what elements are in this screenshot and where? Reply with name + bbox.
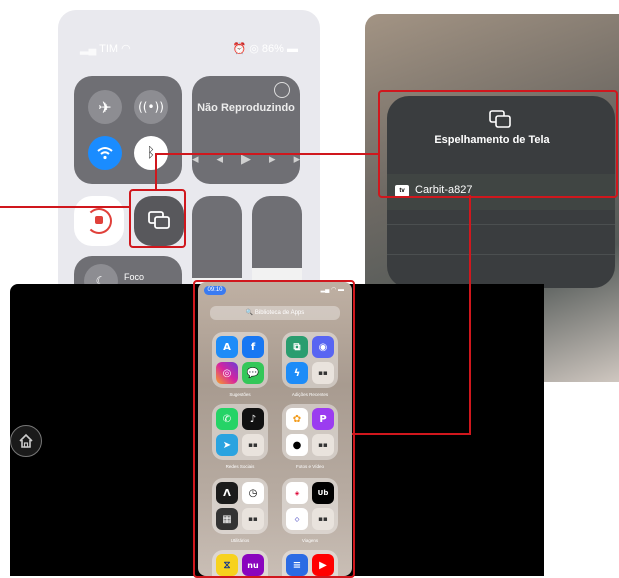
home-icon xyxy=(19,433,33,448)
connector-line xyxy=(352,433,471,435)
divider xyxy=(387,224,615,225)
rotation-lock-icon xyxy=(86,208,112,234)
battery-status: ⏰ ◎ 86% ▬ xyxy=(232,43,298,55)
connectivity-tile: ✈ ((•)) ᛒ xyxy=(74,76,182,184)
connector-line xyxy=(0,206,130,208)
control-center-panel: ▂▄ TIM ◠ ⏰ ◎ 86% ▬ ✈ ((•)) ᛒ Não Reprodu… xyxy=(58,10,320,300)
rotation-lock-button[interactable] xyxy=(74,196,124,246)
home-button[interactable] xyxy=(10,425,42,457)
focus-label: Foco xyxy=(124,272,145,282)
status-bar: ▂▄ TIM ◠ ⏰ ◎ 86% ▬ xyxy=(58,42,320,58)
connector-line xyxy=(155,153,157,190)
connector-line xyxy=(469,195,471,435)
divider xyxy=(387,254,615,255)
highlight-mirroring-popup xyxy=(378,90,618,198)
airplay-icon[interactable] xyxy=(274,82,290,98)
highlight-phone-screen xyxy=(193,280,355,578)
connector-line xyxy=(155,153,379,155)
antenna-icon[interactable]: ((•)) xyxy=(134,90,168,124)
carrier-label: ▂▄ TIM ◠ xyxy=(80,43,131,55)
now-playing-label: Não Reproduzindo xyxy=(197,102,295,114)
now-playing-tile[interactable]: Não Reproduzindo ◂◂▶▸▸ xyxy=(192,76,300,184)
highlight-mirroring-button xyxy=(129,189,186,248)
wifi-icon[interactable] xyxy=(88,136,122,170)
airplane-icon[interactable]: ✈ xyxy=(88,90,122,124)
